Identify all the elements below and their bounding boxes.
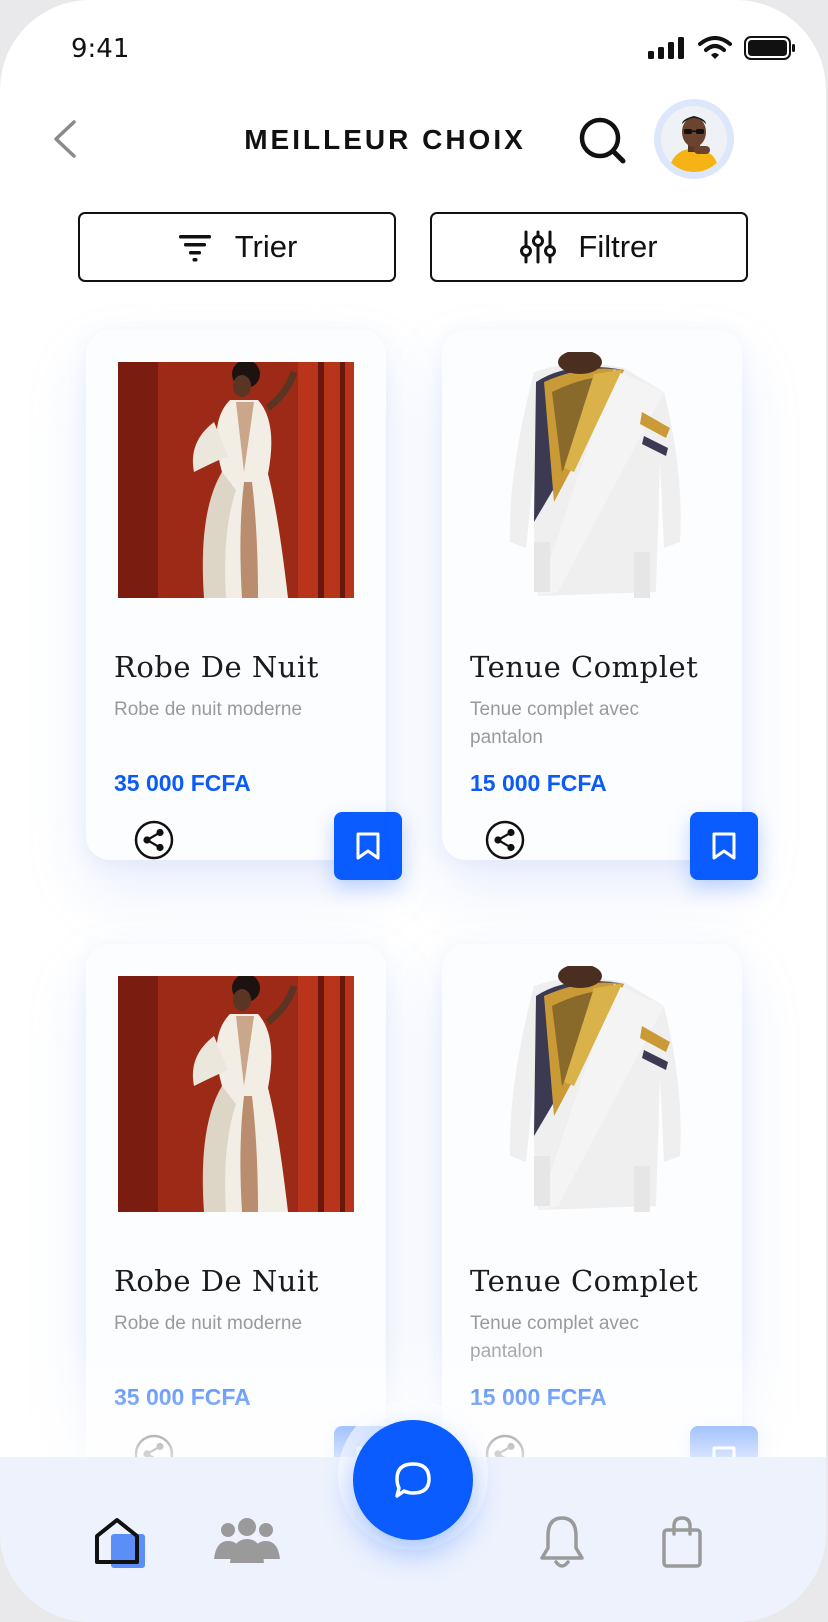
battery-icon — [744, 36, 795, 60]
product-card[interactable]: Tenue Complet Tenue complet avec pantalo… — [442, 944, 758, 1494]
signal-icon — [648, 37, 684, 59]
product-card[interactable]: Robe De Nuit Robe de nuit moderne 35 000… — [86, 330, 402, 880]
product-image-shirt[interactable] — [474, 966, 710, 1216]
product-card[interactable]: Robe De Nuit Robe de nuit moderne 35 000… — [86, 944, 402, 1494]
nav-community[interactable] — [212, 1507, 282, 1577]
search-icon — [579, 117, 626, 164]
product-name: Tenue Complet — [470, 650, 699, 684]
sort-label: Trier — [234, 229, 298, 264]
product-name: Robe De Nuit — [114, 650, 319, 684]
filter-label: Filtrer — [578, 229, 658, 264]
product-price: 15 000 FCFA — [470, 770, 607, 796]
avatar-photo — [661, 106, 727, 172]
product-description: Tenue complet avec pantalon — [470, 1313, 639, 1362]
product-description: Tenue complet avec pantalon — [470, 699, 639, 748]
chat-icon — [395, 1462, 431, 1498]
bookmark-button[interactable] — [334, 812, 402, 880]
status-time: 9:41 — [71, 34, 130, 64]
nav-home[interactable] — [86, 1507, 156, 1577]
share-icon — [134, 820, 174, 860]
nav-notifications[interactable] — [527, 1507, 597, 1577]
phone-screen: 9:41 MEILLEUR CHOIX Trier Filtrer Robe D… — [0, 0, 826, 1622]
bookmark-button[interactable] — [690, 812, 758, 880]
share-button[interactable] — [485, 820, 525, 860]
bell-icon — [540, 1516, 584, 1568]
sliders-icon — [520, 230, 557, 264]
product-description: Robe de nuit moderne — [114, 1313, 303, 1334]
product-price: 15 000 FCFA — [470, 1384, 607, 1410]
share-button[interactable] — [134, 820, 174, 860]
bookmark-icon — [356, 832, 380, 860]
product-description: Robe de nuit moderne — [114, 699, 303, 720]
community-icon — [214, 1518, 280, 1563]
product-card[interactable]: Tenue Complet Tenue complet avec pantalo… — [442, 330, 758, 880]
status-icons — [648, 36, 796, 60]
product-name: Robe De Nuit — [114, 1264, 319, 1298]
product-image-dress[interactable] — [118, 362, 354, 598]
nav-cart[interactable] — [647, 1507, 717, 1577]
home-icon — [95, 1518, 145, 1568]
product-name: Tenue Complet — [470, 1264, 699, 1298]
sort-icon — [178, 235, 211, 262]
wifi-icon — [698, 36, 732, 59]
product-price: 35 000 FCFA — [114, 770, 251, 796]
share-icon — [485, 820, 525, 860]
avatar[interactable] — [654, 99, 734, 179]
search-button[interactable] — [578, 116, 628, 166]
product-price: 35 000 FCFA — [114, 1384, 251, 1410]
sort-button[interactable]: Trier — [78, 212, 396, 282]
product-image-shirt[interactable] — [474, 352, 710, 602]
filter-button[interactable]: Filtrer — [430, 212, 748, 282]
bookmark-icon — [712, 832, 736, 860]
chat-button[interactable] — [353, 1420, 473, 1540]
product-image-dress[interactable] — [118, 976, 354, 1212]
shopping-bag-icon — [662, 1516, 702, 1568]
